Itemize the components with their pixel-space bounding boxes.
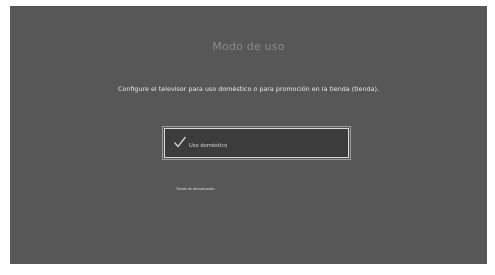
- checkmark-icon: [174, 136, 186, 148]
- usage-mode-screen: Modo de uso Configure el televisor para …: [10, 6, 487, 264]
- page-description: Configure el televisor para uso doméstic…: [117, 85, 380, 93]
- option-store-demo[interactable]: Tienda de demostración: [176, 187, 215, 191]
- option-home-use[interactable]: Uso doméstico: [162, 126, 351, 160]
- option-home-use-label: Uso doméstico: [189, 143, 228, 149]
- page-title: Modo de uso: [212, 40, 285, 53]
